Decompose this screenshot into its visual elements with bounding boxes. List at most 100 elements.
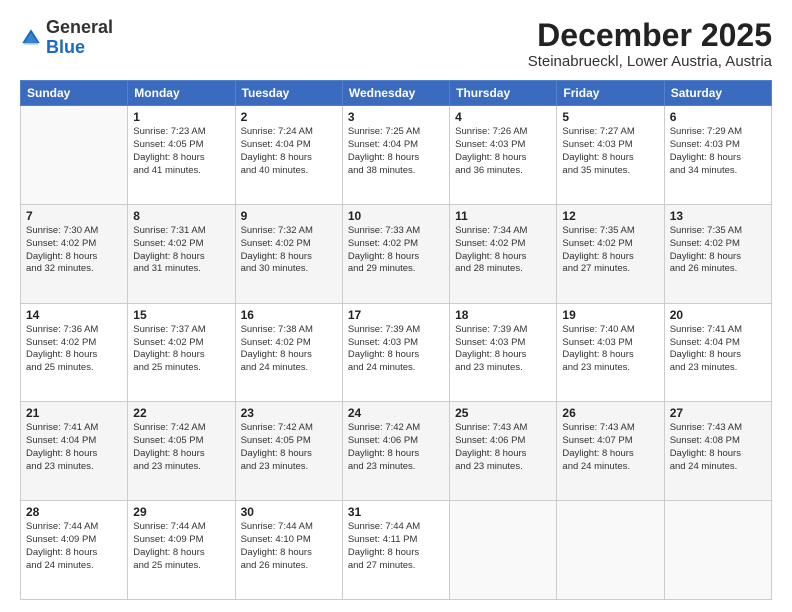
calendar-row: 7 Sunrise: 7:30 AM Sunset: 4:02 PM Daylig… <box>21 204 772 303</box>
day-info: Sunrise: 7:44 AM Sunset: 4:09 PM Dayligh… <box>26 521 122 572</box>
table-row: 4 Sunrise: 7:26 AM Sunset: 4:03 PM Daylig… <box>450 106 557 205</box>
month-title: December 2025 <box>528 18 772 53</box>
day-info: Sunrise: 7:24 AM Sunset: 4:04 PM Dayligh… <box>241 126 337 177</box>
day-number: 17 <box>348 308 444 322</box>
table-row <box>664 501 771 600</box>
day-info: Sunrise: 7:23 AM Sunset: 4:05 PM Dayligh… <box>133 126 229 177</box>
day-number: 25 <box>455 406 551 420</box>
day-number: 22 <box>133 406 229 420</box>
table-row: 5 Sunrise: 7:27 AM Sunset: 4:03 PM Daylig… <box>557 106 664 205</box>
day-number: 11 <box>455 209 551 223</box>
table-row: 2 Sunrise: 7:24 AM Sunset: 4:04 PM Daylig… <box>235 106 342 205</box>
table-row: 15 Sunrise: 7:37 AM Sunset: 4:02 PM Dayli… <box>128 303 235 402</box>
logo: General Blue <box>20 18 113 58</box>
table-row: 1 Sunrise: 7:23 AM Sunset: 4:05 PM Daylig… <box>128 106 235 205</box>
day-info: Sunrise: 7:43 AM Sunset: 4:07 PM Dayligh… <box>562 422 658 473</box>
day-info: Sunrise: 7:43 AM Sunset: 4:06 PM Dayligh… <box>455 422 551 473</box>
table-row: 16 Sunrise: 7:38 AM Sunset: 4:02 PM Dayli… <box>235 303 342 402</box>
day-number: 7 <box>26 209 122 223</box>
col-monday: Monday <box>128 81 235 106</box>
day-number: 15 <box>133 308 229 322</box>
day-number: 20 <box>670 308 766 322</box>
day-info: Sunrise: 7:43 AM Sunset: 4:08 PM Dayligh… <box>670 422 766 473</box>
table-row: 22 Sunrise: 7:42 AM Sunset: 4:05 PM Dayli… <box>128 402 235 501</box>
calendar-header-row: Sunday Monday Tuesday Wednesday Thursday… <box>21 81 772 106</box>
day-info: Sunrise: 7:39 AM Sunset: 4:03 PM Dayligh… <box>348 324 444 375</box>
header: General Blue December 2025 Steinabrueckl… <box>20 18 772 70</box>
table-row: 14 Sunrise: 7:36 AM Sunset: 4:02 PM Dayli… <box>21 303 128 402</box>
table-row: 20Sunrise: 7:41 AM Sunset: 4:04 PM Dayli… <box>664 303 771 402</box>
day-number: 27 <box>670 406 766 420</box>
day-number: 2 <box>241 110 337 124</box>
table-row: 31 Sunrise: 7:44 AM Sunset: 4:11 PM Dayli… <box>342 501 449 600</box>
day-info: Sunrise: 7:34 AM Sunset: 4:02 PM Dayligh… <box>455 225 551 276</box>
table-row <box>557 501 664 600</box>
table-row: 7 Sunrise: 7:30 AM Sunset: 4:02 PM Daylig… <box>21 204 128 303</box>
day-info: Sunrise: 7:35 AM Sunset: 4:02 PM Dayligh… <box>562 225 658 276</box>
day-number: 8 <box>133 209 229 223</box>
table-row: 28Sunrise: 7:44 AM Sunset: 4:09 PM Dayli… <box>21 501 128 600</box>
table-row: 17 Sunrise: 7:39 AM Sunset: 4:03 PM Dayli… <box>342 303 449 402</box>
title-block: December 2025 Steinabrueckl, Lower Austr… <box>528 18 772 70</box>
day-number: 26 <box>562 406 658 420</box>
table-row: 24Sunrise: 7:42 AM Sunset: 4:06 PM Dayli… <box>342 402 449 501</box>
day-info: Sunrise: 7:41 AM Sunset: 4:04 PM Dayligh… <box>26 422 122 473</box>
day-number: 4 <box>455 110 551 124</box>
day-info: Sunrise: 7:36 AM Sunset: 4:02 PM Dayligh… <box>26 324 122 375</box>
table-row: 3 Sunrise: 7:25 AM Sunset: 4:04 PM Daylig… <box>342 106 449 205</box>
logo-text: General Blue <box>46 18 113 58</box>
location-title: Steinabrueckl, Lower Austria, Austria <box>528 53 772 70</box>
table-row: 27 Sunrise: 7:43 AM Sunset: 4:08 PM Dayli… <box>664 402 771 501</box>
day-info: Sunrise: 7:38 AM Sunset: 4:02 PM Dayligh… <box>241 324 337 375</box>
col-sunday: Sunday <box>21 81 128 106</box>
col-tuesday: Tuesday <box>235 81 342 106</box>
table-row <box>21 106 128 205</box>
col-saturday: Saturday <box>664 81 771 106</box>
day-number: 31 <box>348 505 444 519</box>
day-info: Sunrise: 7:27 AM Sunset: 4:03 PM Dayligh… <box>562 126 658 177</box>
calendar-row: 28Sunrise: 7:44 AM Sunset: 4:09 PM Dayli… <box>21 501 772 600</box>
table-row: 11 Sunrise: 7:34 AM Sunset: 4:02 PM Dayli… <box>450 204 557 303</box>
table-row: 12 Sunrise: 7:35 AM Sunset: 4:02 PM Dayli… <box>557 204 664 303</box>
day-number: 14 <box>26 308 122 322</box>
day-number: 1 <box>133 110 229 124</box>
day-number: 6 <box>670 110 766 124</box>
table-row: 9Sunrise: 7:32 AM Sunset: 4:02 PM Daylig… <box>235 204 342 303</box>
day-info: Sunrise: 7:40 AM Sunset: 4:03 PM Dayligh… <box>562 324 658 375</box>
day-number: 30 <box>241 505 337 519</box>
day-number: 19 <box>562 308 658 322</box>
day-number: 29 <box>133 505 229 519</box>
day-number: 3 <box>348 110 444 124</box>
day-info: Sunrise: 7:42 AM Sunset: 4:05 PM Dayligh… <box>133 422 229 473</box>
calendar-row: 21 Sunrise: 7:41 AM Sunset: 4:04 PM Dayli… <box>21 402 772 501</box>
day-info: Sunrise: 7:26 AM Sunset: 4:03 PM Dayligh… <box>455 126 551 177</box>
day-number: 12 <box>562 209 658 223</box>
day-info: Sunrise: 7:25 AM Sunset: 4:04 PM Dayligh… <box>348 126 444 177</box>
table-row: 21 Sunrise: 7:41 AM Sunset: 4:04 PM Dayli… <box>21 402 128 501</box>
day-info: Sunrise: 7:42 AM Sunset: 4:05 PM Dayligh… <box>241 422 337 473</box>
page: General Blue December 2025 Steinabrueckl… <box>0 0 792 612</box>
day-info: Sunrise: 7:32 AM Sunset: 4:02 PM Dayligh… <box>241 225 337 276</box>
table-row: 19 Sunrise: 7:40 AM Sunset: 4:03 PM Dayli… <box>557 303 664 402</box>
calendar-row: 14 Sunrise: 7:36 AM Sunset: 4:02 PM Dayli… <box>21 303 772 402</box>
table-row: 26 Sunrise: 7:43 AM Sunset: 4:07 PM Dayli… <box>557 402 664 501</box>
day-number: 23 <box>241 406 337 420</box>
day-number: 21 <box>26 406 122 420</box>
day-number: 10 <box>348 209 444 223</box>
day-info: Sunrise: 7:44 AM Sunset: 4:11 PM Dayligh… <box>348 521 444 572</box>
col-friday: Friday <box>557 81 664 106</box>
day-info: Sunrise: 7:31 AM Sunset: 4:02 PM Dayligh… <box>133 225 229 276</box>
day-info: Sunrise: 7:30 AM Sunset: 4:02 PM Dayligh… <box>26 225 122 276</box>
day-info: Sunrise: 7:35 AM Sunset: 4:02 PM Dayligh… <box>670 225 766 276</box>
table-row <box>450 501 557 600</box>
calendar-table: Sunday Monday Tuesday Wednesday Thursday… <box>20 80 772 600</box>
day-number: 5 <box>562 110 658 124</box>
logo-icon <box>20 27 42 49</box>
table-row: 30 Sunrise: 7:44 AM Sunset: 4:10 PM Dayli… <box>235 501 342 600</box>
day-info: Sunrise: 7:37 AM Sunset: 4:02 PM Dayligh… <box>133 324 229 375</box>
day-number: 18 <box>455 308 551 322</box>
col-thursday: Thursday <box>450 81 557 106</box>
day-number: 16 <box>241 308 337 322</box>
day-info: Sunrise: 7:44 AM Sunset: 4:10 PM Dayligh… <box>241 521 337 572</box>
table-row: 18Sunrise: 7:39 AM Sunset: 4:03 PM Dayli… <box>450 303 557 402</box>
